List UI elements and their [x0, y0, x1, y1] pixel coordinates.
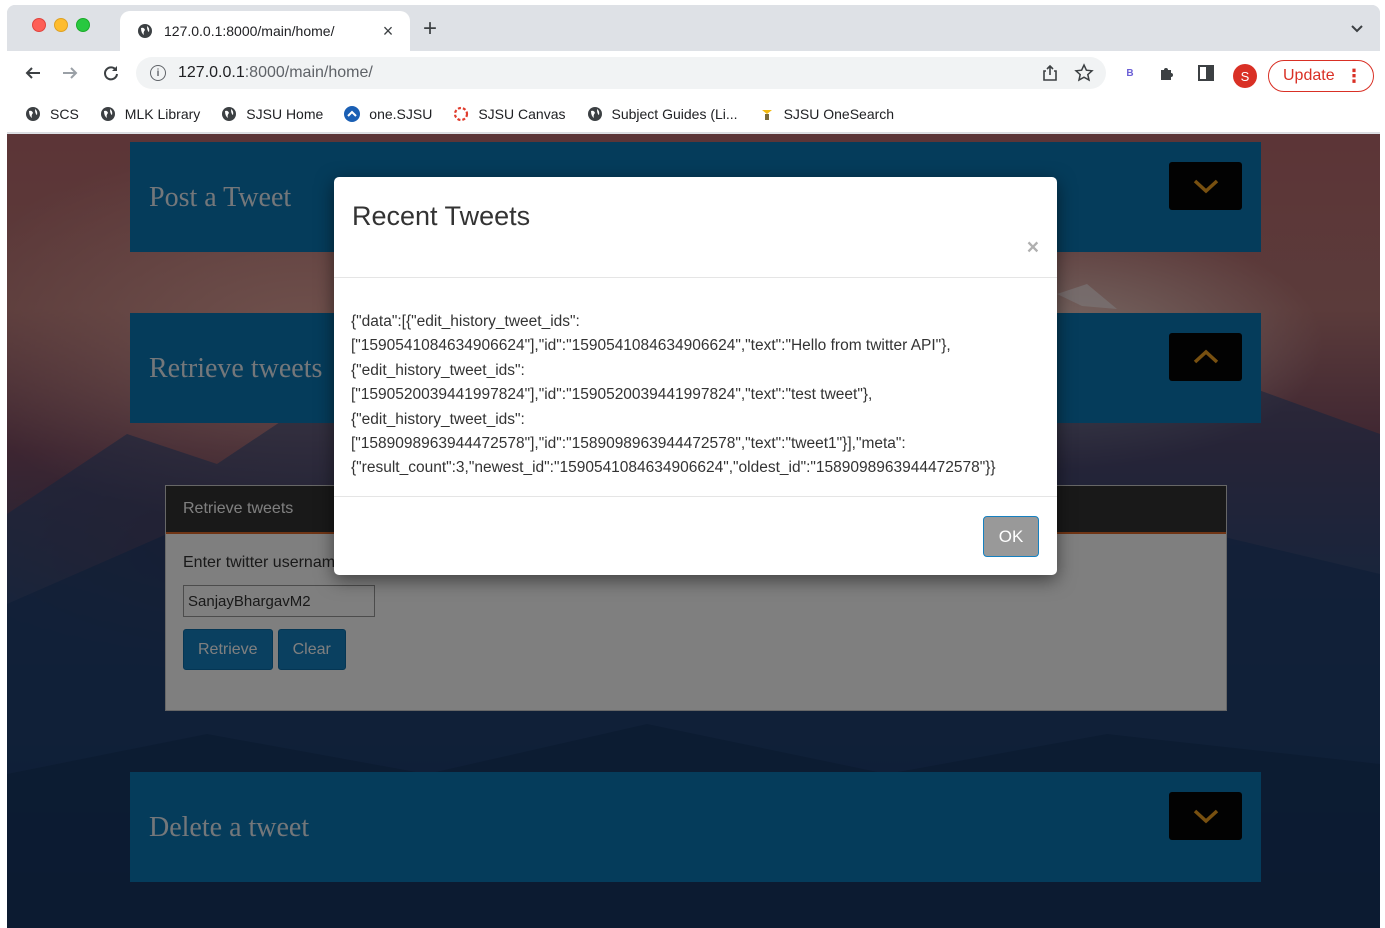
reload-icon	[104, 66, 118, 81]
bookmark-item[interactable]: Subject Guides (Li...	[587, 106, 738, 122]
bookmark-label: SJSU Canvas	[478, 105, 566, 122]
bookmark-label: one.SJSU	[369, 105, 433, 122]
profile-avatar[interactable]: S	[1233, 64, 1257, 88]
forward-button[interactable]	[58, 61, 82, 85]
recent-tweets-modal: Recent Tweets × {"data":[{"edit_history_…	[334, 177, 1057, 575]
bookmark-star-icon[interactable]	[1074, 63, 1094, 88]
update-button[interactable]: Update ⋮	[1268, 60, 1374, 92]
json-line: {"result_count":3,"newest_id":"159054108…	[351, 459, 996, 477]
globe-icon	[25, 106, 41, 122]
browser-window: 127.0.0.1:8000/main/home/ × + i 127.0.0.…	[7, 5, 1380, 928]
bookmarks-bar: SCS MLK Library SJSU Home one.SJSU SJSU Canv…	[7, 95, 1380, 133]
info-icon[interactable]: i	[150, 65, 166, 81]
globe-icon	[136, 22, 154, 40]
bookmark-label: SCS	[50, 105, 79, 122]
bookmark-item[interactable]: SJSU Canvas	[453, 105, 566, 122]
chevron-down-icon[interactable]	[1348, 19, 1366, 37]
close-icon[interactable]: ×	[1027, 237, 1039, 258]
tab-strip: 127.0.0.1:8000/main/home/ × +	[7, 5, 1380, 51]
modal-title: Recent Tweets	[352, 201, 531, 231]
address-bar[interactable]: i 127.0.0.1:8000/main/home/	[136, 57, 1106, 89]
bookmark-label: MLK Library	[124, 105, 201, 122]
reload-button[interactable]	[99, 61, 123, 85]
modal-header: Recent Tweets ×	[334, 177, 1057, 278]
json-line: {"data":[{"edit_history_tweet_ids":	[351, 313, 580, 330]
onesjsu-icon	[344, 105, 361, 122]
bookmark-item[interactable]: SCS	[25, 106, 79, 122]
back-button[interactable]	[21, 61, 45, 85]
url-path: :8000/main/home/	[244, 64, 373, 81]
tab-close-icon[interactable]: ×	[378, 21, 398, 41]
json-line: {"edit_history_tweet_ids":	[351, 361, 525, 379]
bookmark-label: SJSU OneSearch	[783, 105, 895, 122]
puzzle-icon[interactable]	[1157, 63, 1177, 83]
close-window-button[interactable]	[32, 18, 46, 32]
arrow-left-icon	[25, 67, 40, 79]
active-tab[interactable]: 127.0.0.1:8000/main/home/ ×	[120, 11, 410, 51]
json-line: ["1590541084634906624"],"id":"1590541084…	[351, 337, 951, 355]
bookmark-item[interactable]: SJSU OneSearch	[759, 105, 895, 122]
bookmark-item[interactable]: SJSU Home	[221, 106, 323, 122]
ok-button[interactable]: OK	[983, 516, 1039, 557]
globe-icon	[100, 106, 116, 122]
globe-icon	[587, 106, 603, 122]
more-menu-icon: ⋮	[1345, 66, 1363, 86]
bookmark-label: SJSU Home	[246, 105, 324, 122]
json-line: {"edit_history_tweet_ids":	[351, 410, 525, 428]
url-text: 127.0.0.1:8000/main/home/	[178, 64, 373, 82]
tweets-json-text: {"data":[{"edit_history_tweet_ids": ["159…	[351, 310, 1081, 481]
new-tab-button[interactable]: +	[423, 17, 437, 41]
bookmark-item[interactable]: MLK Library	[100, 106, 200, 122]
side-panel-icon[interactable]	[1196, 63, 1216, 83]
update-label: Update	[1283, 67, 1335, 84]
maximize-window-button[interactable]	[76, 18, 90, 32]
bookmark-item[interactable]: one.SJSU	[344, 105, 433, 122]
page-content: Post a Tweet Retrieve tweets Retrieve tw…	[7, 134, 1380, 928]
minimize-window-button[interactable]	[54, 18, 68, 32]
url-host: 127.0.0.1	[178, 64, 245, 81]
modal-body: {"data":[{"edit_history_tweet_ids": ["159…	[334, 278, 1057, 497]
json-line: ["1589098963944472578"],"id":"1589098963…	[351, 435, 906, 453]
arrow-right-icon	[63, 67, 78, 79]
share-icon[interactable]	[1042, 64, 1058, 87]
canvas-icon	[453, 106, 469, 122]
browser-toolbar: i 127.0.0.1:8000/main/home/ B S Update ⋮	[7, 51, 1380, 95]
json-line: ["1590520039441997824"],"id":"1590520039…	[351, 386, 873, 404]
tab-title: 127.0.0.1:8000/main/home/	[164, 23, 335, 39]
extension-b-icon[interactable]: B	[1120, 63, 1140, 83]
globe-icon	[221, 106, 237, 122]
bookmark-label: Subject Guides (Li...	[611, 105, 738, 122]
onesearch-icon	[759, 106, 775, 122]
